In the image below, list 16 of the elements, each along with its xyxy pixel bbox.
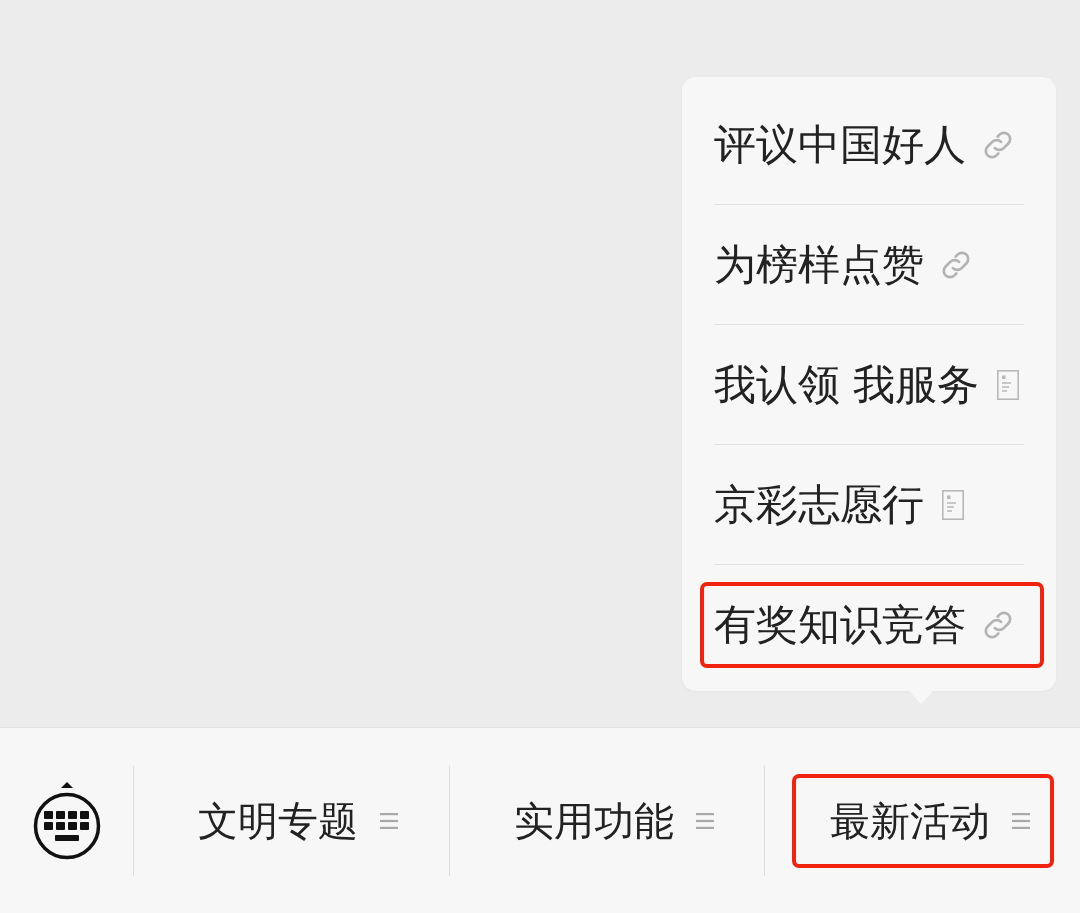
menu-item[interactable]: 京彩志愿行 — [700, 461, 1044, 548]
menu-tab[interactable]: 文明专题 — [160, 773, 423, 868]
document-icon — [942, 489, 964, 520]
menu-item[interactable]: 我认领 我服务 — [700, 341, 1044, 428]
link-icon — [942, 250, 970, 279]
menu-item[interactable]: 评议中国好人 — [700, 101, 1044, 188]
link-icon — [984, 130, 1012, 159]
link-icon — [984, 611, 1012, 639]
menu-icon — [380, 812, 399, 829]
menu-tab[interactable]: 实用功能 — [476, 773, 738, 868]
menu-icon — [1011, 812, 1030, 829]
menu-icon — [696, 812, 714, 829]
document-icon — [997, 369, 1020, 400]
menu-tab[interactable]: 最新活动 — [791, 773, 1054, 868]
menu-item[interactable]: 为榜样点赞 — [700, 221, 1044, 308]
menu-item[interactable]: 有奖知识竞答 — [700, 582, 1044, 668]
